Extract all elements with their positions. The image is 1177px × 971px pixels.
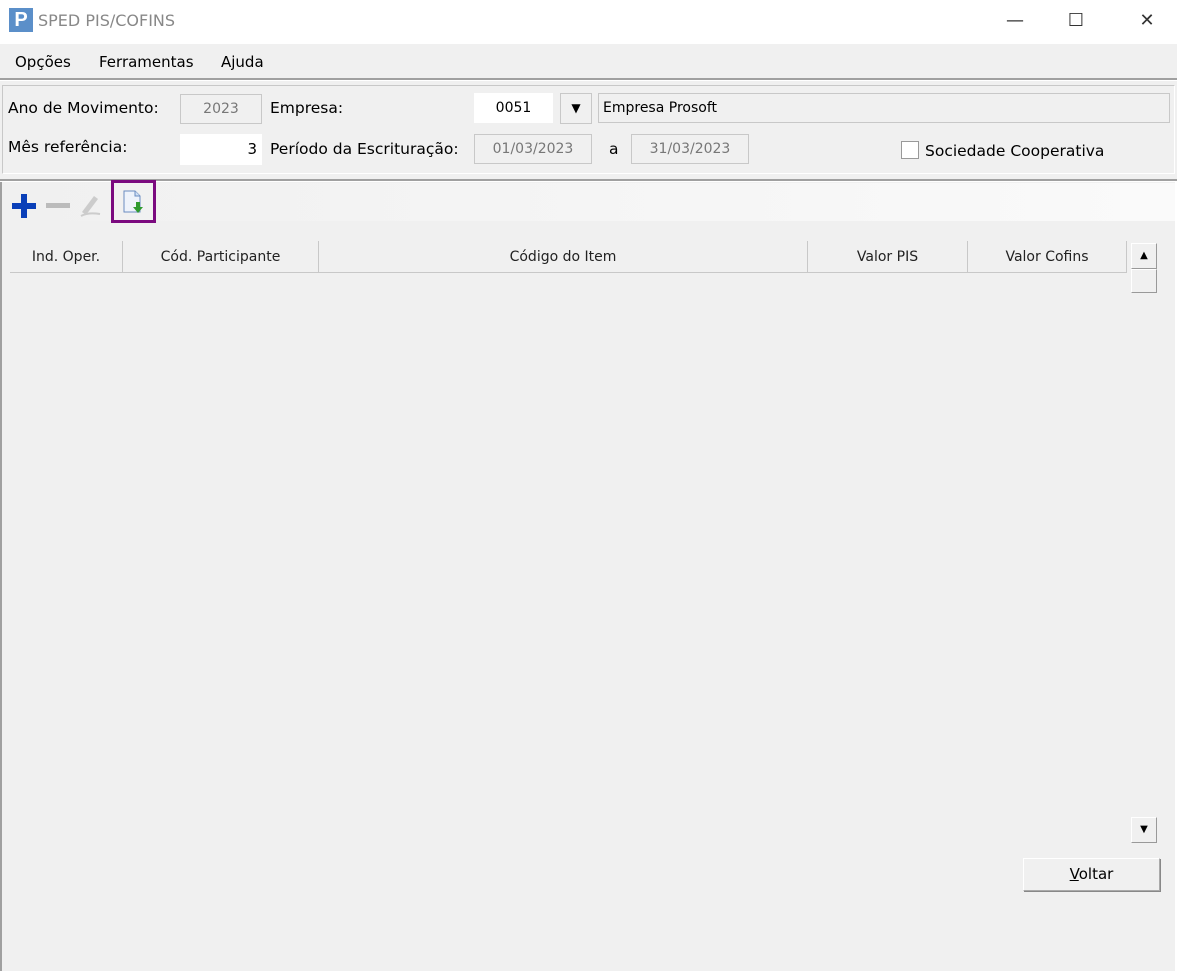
empresa-code-input[interactable]: 0051 [474,93,553,123]
column-divider [1126,241,1127,273]
divider [0,78,1177,81]
left-border [0,182,2,971]
empresa-label: Empresa: [270,99,344,117]
voltar-button[interactable]: Voltar [1023,858,1160,891]
menu-ajuda[interactable]: Ajuda [221,53,264,71]
minimize-button[interactable]: — [985,0,1045,44]
column-valor-pis[interactable]: Valor PIS [808,241,967,273]
ano-label: Ano de Movimento: [8,99,159,117]
divider [0,179,1177,182]
scroll-up-button[interactable]: ▲ [1131,243,1157,269]
window-title: SPED PIS/COFINS [38,11,176,30]
column-cod-participante[interactable]: Cód. Participante [123,241,318,273]
app-logo-icon: P [9,8,33,32]
periodo-inicio-field: 01/03/2023 [474,134,592,164]
ano-field: 2023 [180,94,262,124]
minus-icon[interactable] [46,194,70,218]
periodo-label: Período da Escrituração: [270,140,459,158]
periodo-sep: a [609,140,619,158]
menu-opcoes[interactable]: Opções [15,53,71,71]
scroll-down-button[interactable]: ▼ [1131,817,1157,843]
voltar-label: Voltar [1069,865,1114,883]
maximize-button[interactable]: ☐ [1046,0,1106,44]
scroll-thumb[interactable] [1131,269,1157,293]
arrow-down-icon: ▼ [1140,824,1148,835]
cooperativa-checkbox[interactable] [901,141,919,159]
vertical-scrollbar[interactable]: ▲ ▼ [1131,243,1157,843]
close-button[interactable]: ✕ [1117,0,1177,44]
import-document-icon [123,190,143,213]
toolbar [2,183,1175,221]
column-ind-oper[interactable]: Ind. Oper. [10,241,122,273]
pencil-icon[interactable] [78,192,102,218]
empresa-dropdown-button[interactable]: ▼ [560,93,592,124]
mes-label: Mês referência: [8,138,128,156]
cooperativa-label: Sociedade Cooperativa [925,142,1105,160]
mes-input[interactable]: 3 [180,134,262,165]
empresa-name-field: Empresa Prosoft [598,93,1170,123]
periodo-fim-field: 31/03/2023 [631,134,749,164]
arrow-up-icon: ▲ [1140,250,1148,261]
column-codigo-item[interactable]: Código do Item [319,241,807,273]
plus-icon[interactable] [12,194,36,218]
menu-ferramentas[interactable]: Ferramentas [99,53,194,71]
chevron-down-icon: ▼ [571,101,581,115]
column-valor-cofins[interactable]: Valor Cofins [968,241,1126,273]
